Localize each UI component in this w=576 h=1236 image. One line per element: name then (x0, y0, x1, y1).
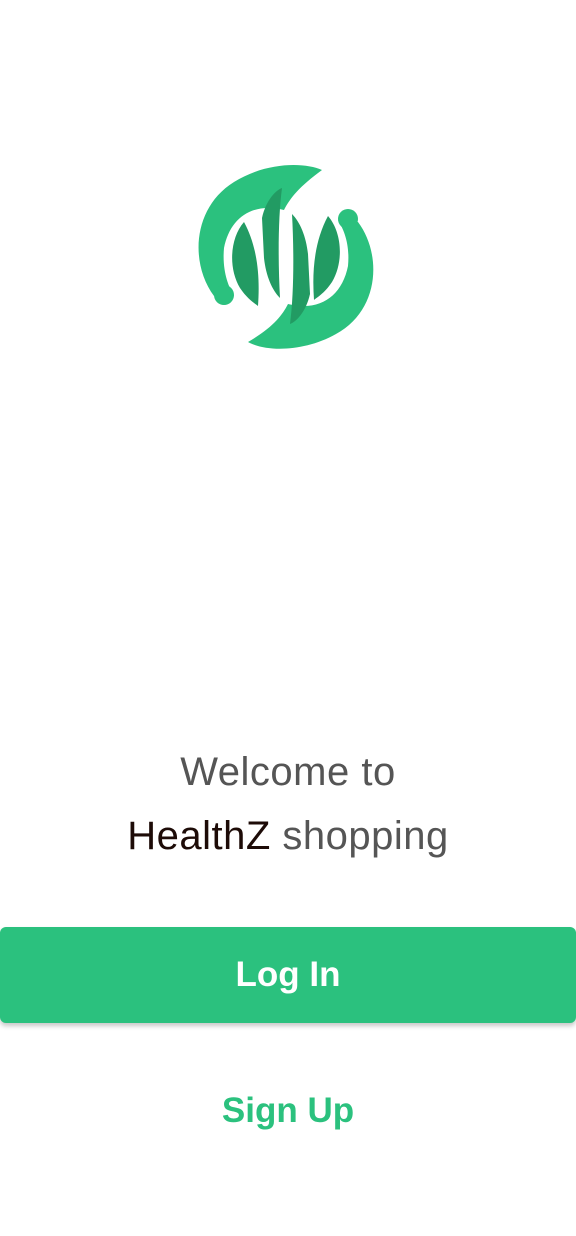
welcome-brand-line: HealthZ shopping (0, 812, 576, 860)
brand-name: HealthZ (127, 814, 271, 858)
welcome-line: Welcome to (180, 750, 396, 794)
welcome-message: Welcome to HealthZ shopping (0, 748, 576, 860)
login-button[interactable]: Log In (0, 927, 576, 1023)
signup-link[interactable]: Sign Up (0, 1085, 576, 1137)
signup-link-label: Sign Up (221, 1091, 355, 1130)
healthz-logo-icon (186, 158, 386, 354)
login-button-label: Log In (235, 955, 341, 994)
brand-suffix: shopping (282, 814, 449, 858)
